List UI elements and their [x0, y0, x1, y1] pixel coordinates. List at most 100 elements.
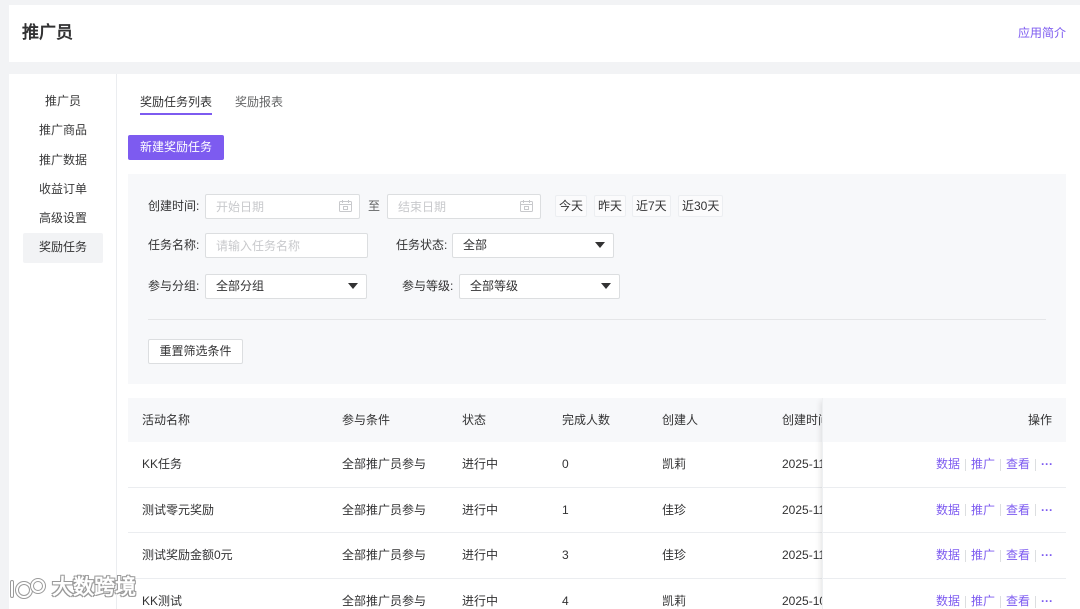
date-range-separator: 至 — [368, 199, 381, 213]
tabs: 奖励任务列表 奖励报表 — [140, 91, 340, 115]
task-status-select[interactable]: 全部 — [452, 233, 614, 258]
end-date-input[interactable] — [388, 195, 540, 218]
quick-range-today[interactable]: 今天 — [555, 195, 588, 217]
column-header-condition: 参与条件 — [342, 413, 391, 427]
end-date-picker[interactable] — [387, 194, 541, 219]
more-icon[interactable]: ··· — [1041, 457, 1053, 472]
created-at-cell: 2025-10 — [782, 594, 827, 608]
reset-filters-button[interactable]: 重置筛选条件 — [148, 339, 243, 364]
app-intro-link[interactable]: 应用简介 — [1018, 26, 1066, 40]
task-status-label: 任务状态: — [396, 238, 448, 252]
created-at-cell: 2025-11 — [782, 503, 826, 517]
quick-range-yesterday[interactable]: 昨天 — [594, 195, 627, 217]
action-separator — [1035, 549, 1036, 562]
view-action-link[interactable]: 查看 — [1006, 548, 1030, 563]
more-icon[interactable]: ··· — [1041, 503, 1053, 518]
row-actions: 数据 推广 查看 ··· — [823, 442, 1066, 488]
filter-divider — [148, 319, 1046, 320]
more-icon[interactable]: ··· — [1041, 548, 1053, 563]
promote-action-link[interactable]: 推广 — [971, 548, 995, 563]
sidebar-item-reward-tasks[interactable]: 奖励任务 — [23, 233, 103, 263]
page-header: 推广员 应用简介 — [9, 5, 1080, 62]
status-cell: 进行中 — [462, 594, 499, 608]
start-date-picker[interactable] — [205, 194, 360, 219]
caret-down-icon — [595, 242, 605, 248]
column-header-creator: 创建人 — [662, 413, 699, 427]
column-header-name: 活动名称 — [142, 413, 191, 427]
task-name-cell: 测试奖励金额0元 — [142, 548, 233, 562]
reward-task-table: 活动名称 参与条件 状态 完成人数 创建人 创建时间 KK任务 全部推广员参与 … — [128, 398, 1066, 609]
group-label: 参与分组: — [148, 279, 200, 293]
promote-action-link[interactable]: 推广 — [971, 457, 995, 472]
completed-count-cell: 1 — [562, 503, 569, 517]
completed-count-cell: 0 — [562, 457, 569, 471]
caret-down-icon — [348, 283, 358, 289]
creator-cell: 凯莉 — [662, 457, 687, 471]
tab-reward-report[interactable]: 奖励报表 — [235, 91, 283, 115]
completed-count-cell: 3 — [562, 548, 569, 562]
task-name-cell: KK测试 — [142, 594, 183, 608]
create-reward-task-button[interactable]: 新建奖励任务 — [128, 135, 224, 160]
promote-action-link[interactable]: 推广 — [971, 503, 995, 518]
quick-range-7-days[interactable]: 近7天 — [632, 195, 671, 217]
level-select[interactable]: 全部等级 — [459, 274, 620, 299]
action-separator — [999, 458, 1001, 471]
start-date-input[interactable] — [206, 195, 359, 218]
filter-panel: 创建时间: 至 今天 昨天 近7天 近30天 任务名称: 任务状态: 全部 参与… — [128, 174, 1066, 384]
tab-reward-task-list[interactable]: 奖励任务列表 — [140, 91, 213, 115]
sidebar-item-promoters[interactable]: 推广员 — [23, 87, 103, 116]
column-header-status: 状态 — [462, 413, 487, 427]
status-cell: 进行中 — [462, 548, 499, 562]
row-actions: 数据 推广 查看 ··· — [823, 579, 1066, 609]
status-cell: 进行中 — [462, 457, 499, 471]
action-separator — [964, 504, 966, 516]
task-name-label: 任务名称: — [148, 238, 200, 252]
action-separator — [964, 595, 966, 608]
task-name-cell: KK任务 — [142, 457, 183, 471]
data-action-link[interactable]: 数据 — [936, 457, 960, 472]
task-name-cell: 测试零元奖励 — [142, 503, 215, 517]
column-header-completed: 完成人数 — [562, 413, 611, 427]
sidebar-item-promotion-data[interactable]: 推广数据 — [23, 146, 103, 175]
promote-action-link[interactable]: 推广 — [971, 594, 995, 609]
action-separator — [1035, 595, 1036, 608]
created-at-cell: 2025-11 — [782, 548, 826, 562]
action-separator — [999, 595, 1001, 608]
task-status-value: 全部 — [463, 238, 488, 252]
creator-cell: 佳珍 — [662, 548, 687, 562]
page-title: 推广员 — [22, 23, 73, 42]
condition-cell: 全部推广员参与 — [342, 503, 427, 517]
actions-column: 操作 数据 推广 查看 ··· 数据 推广 查看 ··· 数据 推广 查看 ··… — [822, 398, 1066, 609]
task-name-input[interactable] — [205, 233, 368, 258]
more-icon[interactable]: ··· — [1041, 594, 1053, 609]
completed-count-cell: 4 — [562, 594, 569, 608]
creator-cell: 凯莉 — [662, 594, 687, 608]
column-header-actions: 操作 — [823, 398, 1066, 442]
group-value: 全部分组 — [216, 279, 265, 293]
level-label: 参与等级: — [402, 279, 454, 293]
status-cell: 进行中 — [462, 503, 499, 517]
data-action-link[interactable]: 数据 — [936, 594, 960, 609]
action-separator — [964, 549, 966, 562]
condition-cell: 全部推广员参与 — [342, 548, 427, 562]
row-actions: 数据 推广 查看 ··· — [823, 533, 1066, 579]
level-value: 全部等级 — [470, 279, 519, 293]
data-action-link[interactable]: 数据 — [936, 548, 960, 563]
sidebar-item-promoted-products[interactable]: 推广商品 — [23, 116, 103, 145]
action-separator — [999, 549, 1001, 562]
condition-cell: 全部推广员参与 — [342, 457, 427, 471]
group-select[interactable]: 全部分组 — [205, 274, 367, 299]
data-action-link[interactable]: 数据 — [936, 503, 960, 518]
view-action-link[interactable]: 查看 — [1006, 457, 1030, 472]
condition-cell: 全部推广员参与 — [342, 594, 427, 608]
action-separator — [999, 504, 1001, 516]
quick-range-30-days[interactable]: 近30天 — [678, 195, 724, 217]
sidebar-item-advanced-settings[interactable]: 高级设置 — [23, 204, 103, 233]
view-action-link[interactable]: 查看 — [1006, 594, 1030, 609]
created-time-label: 创建时间: — [148, 199, 200, 213]
caret-down-icon — [601, 283, 611, 289]
sidebar: 推广员 推广商品 推广数据 收益订单 高级设置 奖励任务 — [9, 74, 117, 609]
action-separator — [1035, 458, 1036, 471]
view-action-link[interactable]: 查看 — [1006, 503, 1030, 518]
sidebar-item-earning-orders[interactable]: 收益订单 — [23, 175, 103, 204]
